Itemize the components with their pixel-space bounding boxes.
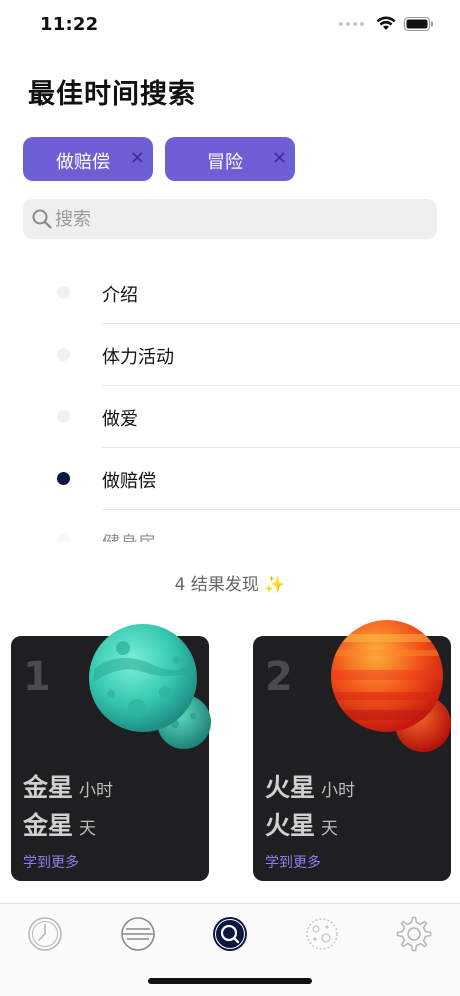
signal-icon [339,21,364,26]
card-row-day: 金星 天 [23,806,96,842]
list-item-label: 做爱 [102,409,138,430]
radio-dot [57,286,70,299]
filter-chips: 做赔偿 ✕ 冒险 ✕ [23,137,295,181]
search-tab-icon[interactable] [210,914,250,954]
gear-icon[interactable] [394,914,434,954]
result-card-1[interactable]: 1 金星 小时 金星 天 学到更多 [11,624,211,881]
card-row-hour: 金星 小时 [23,768,113,804]
radio-dot [57,348,70,361]
status-icons [339,16,434,31]
list-item[interactable]: 介绍 [0,262,460,324]
filter-chip-compensation[interactable]: 做赔偿 ✕ [23,137,153,181]
close-icon[interactable]: ✕ [272,148,287,170]
close-icon[interactable]: ✕ [130,148,145,170]
filter-chip-label: 做赔偿 [56,152,110,173]
learn-more-link[interactable]: 学到更多 [23,852,79,872]
status-time: 11:22 [40,14,99,35]
card-value: 火星 [265,773,316,802]
list-item-label: 做赔偿 [102,471,156,492]
activity-list: 介绍 体力活动 做爱 做赔偿 健身房 [0,262,460,542]
result-card-2[interactable]: 2 火星 小时 火星 天 学到更多 [253,620,451,881]
card-rank: 2 [265,654,293,700]
page-title: 最佳时间搜索 [28,79,196,110]
list-item-label: 体力活动 [102,347,174,368]
search-input[interactable] [55,199,425,239]
list-item[interactable]: 健身房 [0,510,460,542]
search-icon [32,209,52,229]
battery-icon [404,16,433,31]
card-unit: 小时 [79,781,114,801]
status-bar: 11:22 [0,0,460,50]
clock-icon[interactable] [25,914,65,954]
moon-icon[interactable] [302,914,342,954]
card-row-hour: 火星 小时 [265,768,355,804]
card-unit: 天 [79,819,97,839]
card-value: 火星 [265,811,316,840]
results-count: 4 结果发现 ✨ [174,575,286,595]
radio-dot [57,534,70,542]
filter-chip-label: 冒险 [207,152,243,173]
radio-dot [57,410,70,423]
list-item-label: 健身房 [102,529,156,542]
home-indicator[interactable] [148,978,312,984]
card-rank: 1 [23,654,51,700]
learn-more-link[interactable]: 学到更多 [265,852,321,872]
planet-rings-icon[interactable] [118,914,158,954]
list-item[interactable]: 做爱 [0,386,460,448]
list-item[interactable]: 做赔偿 [0,448,460,510]
card-value: 金星 [23,773,74,802]
card-row-day: 火星 天 [265,806,338,842]
card-unit: 天 [321,819,339,839]
list-item[interactable]: 体力活动 [0,324,460,386]
list-item-label: 介绍 [102,285,138,306]
radio-dot-selected [57,472,70,485]
filter-chip-adventure[interactable]: 冒险 ✕ [165,137,295,181]
wifi-icon [376,16,396,30]
card-value: 金星 [23,811,74,840]
mars-planet-icon [331,620,451,752]
search-box[interactable] [23,199,437,239]
card-unit: 小时 [321,781,356,801]
venus-planet-icon [89,624,211,749]
